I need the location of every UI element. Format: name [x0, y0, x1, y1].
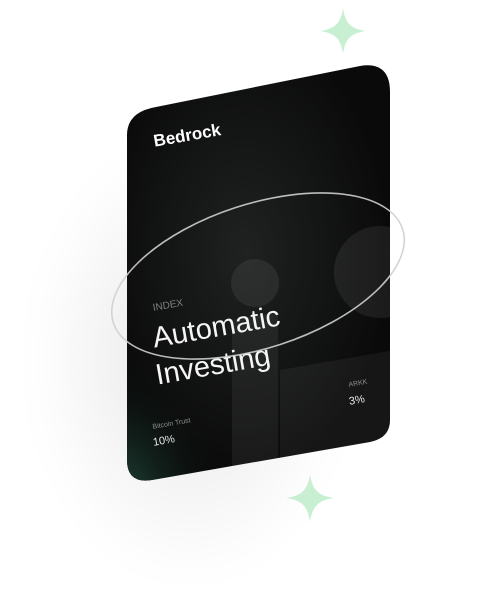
sparkle-icon — [286, 474, 334, 522]
index-label: INDEX — [152, 297, 185, 314]
holding-percent-bitcoin-trust: 10% — [152, 433, 176, 449]
holding-name-bitcoin-trust: Bitcoin Trust — [152, 417, 192, 431]
holding-name-arkk: ARKK — [348, 378, 368, 389]
brand-name: Bedrock — [152, 120, 223, 151]
holding-percent-arkk: 3% — [348, 393, 366, 408]
